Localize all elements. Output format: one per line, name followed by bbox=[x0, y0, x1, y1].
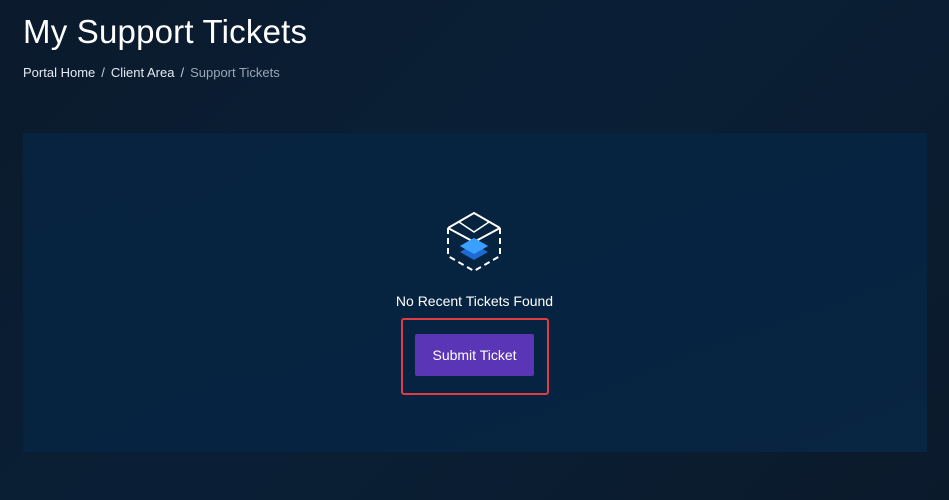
submit-ticket-button[interactable]: Submit Ticket bbox=[415, 334, 534, 376]
empty-state-message: No Recent Tickets Found bbox=[395, 293, 554, 309]
breadcrumb-separator: / bbox=[101, 65, 105, 80]
envelope-layers-icon bbox=[447, 212, 501, 273]
breadcrumb-portal-home[interactable]: Portal Home bbox=[23, 65, 95, 81]
breadcrumb-client-area[interactable]: Client Area bbox=[111, 65, 175, 81]
page-title: My Support Tickets bbox=[23, 13, 308, 50]
breadcrumb-separator: / bbox=[180, 65, 185, 80]
breadcrumb-current: Support Tickets bbox=[190, 65, 280, 80]
breadcrumb: Portal Home / Client Area / Support Tick… bbox=[23, 65, 280, 81]
